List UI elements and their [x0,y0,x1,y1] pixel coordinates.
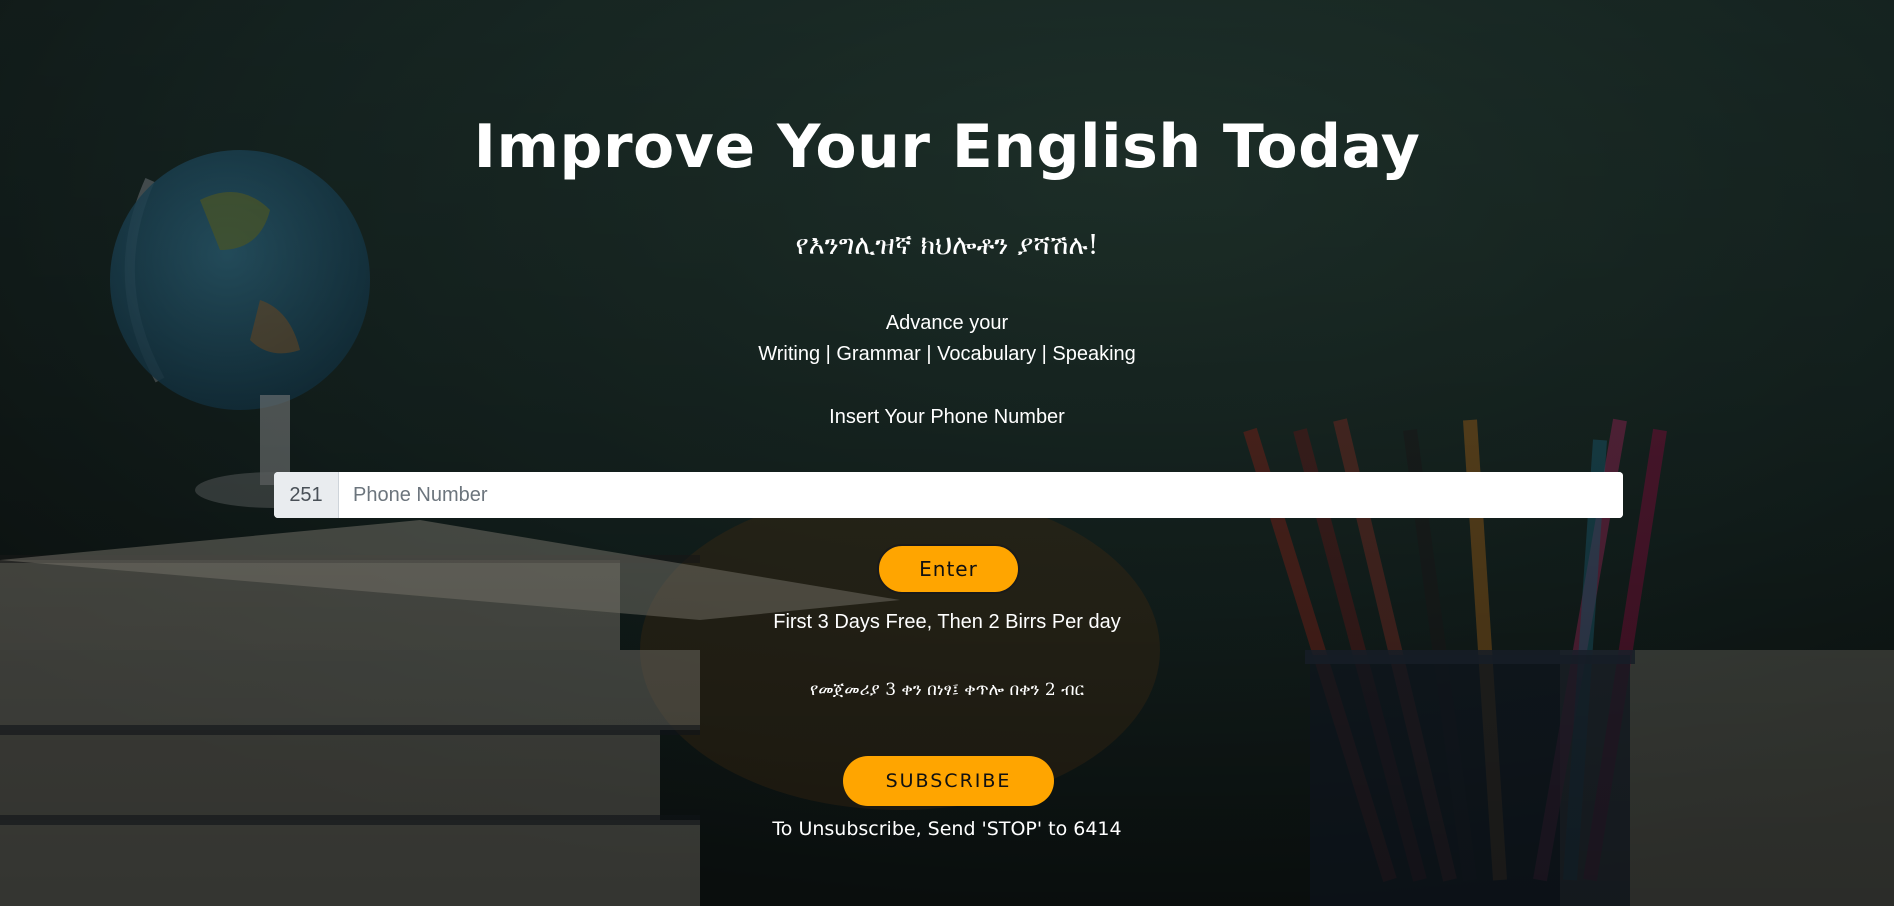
phone-label: Insert Your Phone Number [829,406,1065,428]
pricing-text: First 3 Days Free, Then 2 Birrs Per day [773,611,1121,633]
phone-input-group: 251 [274,472,1623,518]
skills-text: Advance your Writing | Grammar | Vocabul… [0,308,1894,370]
unsubscribe-text: To Unsubscribe, Send 'STOP' to 6414 [772,818,1122,840]
pricing-text-amharic: የመጀመሪያ 3 ቀን በነፃ፤ ቀጥሎ በቀን 2 ብር [809,680,1085,700]
skills-line: Writing | Grammar | Vocabulary | Speakin… [758,343,1136,365]
amharic-subtitle: የእንግሊዝኛ ክህሎቶን ያሻሽሉ! [795,230,1099,261]
advance-line: Advance your [885,312,1009,334]
subscribe-button[interactable]: SUBSCRIBE [843,756,1054,806]
landing-page: Improve Your English Today የእንግሊዝኛ ክህሎቶን… [0,0,1894,906]
country-code-prefix: 251 [274,472,339,518]
enter-button[interactable]: Enter [877,544,1020,594]
phone-number-input[interactable] [339,472,1623,518]
page-title: Improve Your English Today [473,112,1421,182]
hero-content: Improve Your English Today የእንግሊዝኛ ክህሎቶን… [0,0,1894,906]
